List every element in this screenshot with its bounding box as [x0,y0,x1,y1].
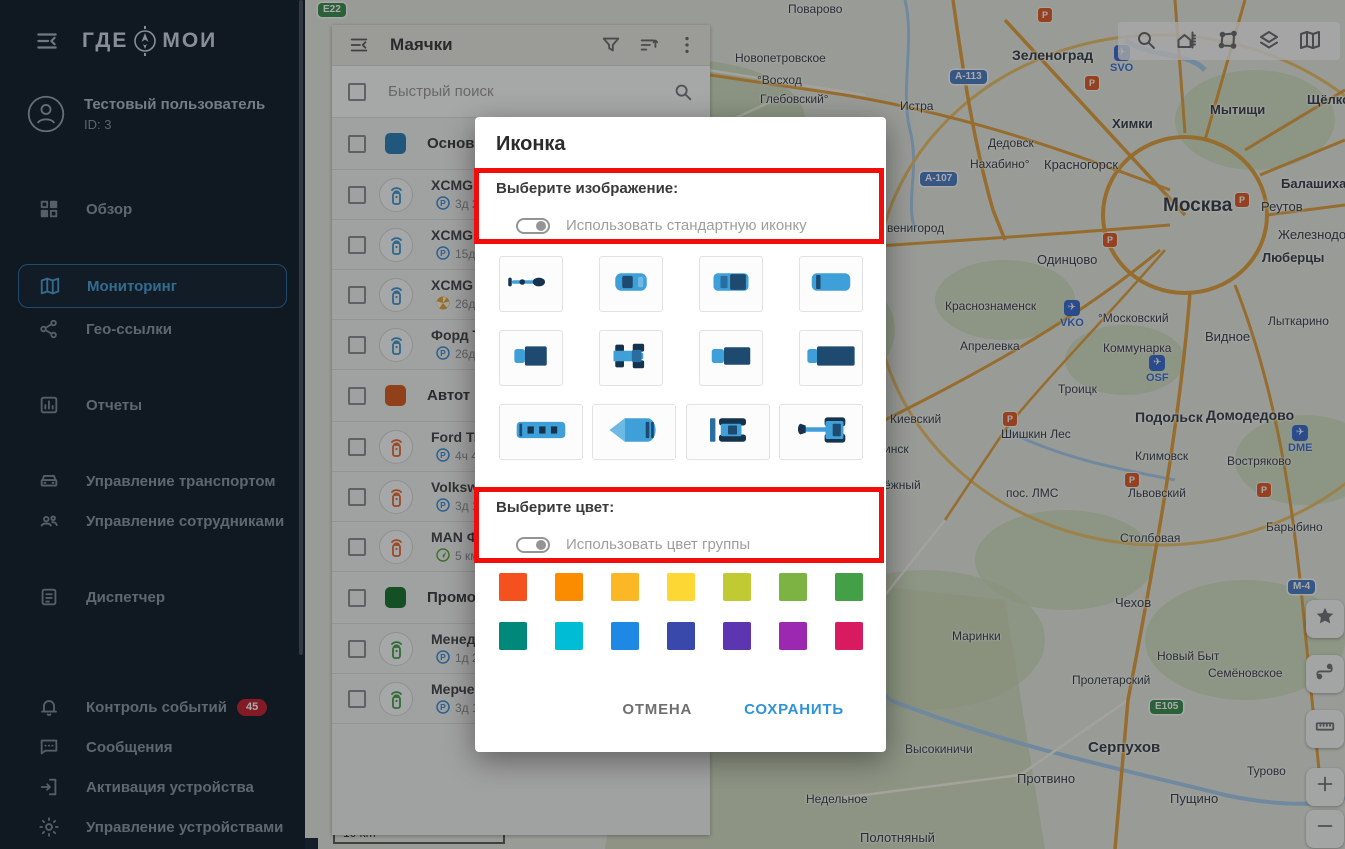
color-swatch[interactable] [835,622,863,650]
icon-grid-row [499,404,863,460]
icon-option-motorcycle[interactable] [499,256,563,312]
color-swatch[interactable] [611,573,639,601]
car-icon [603,264,659,305]
color-swatch[interactable] [667,622,695,650]
icon-grid-row [499,256,863,312]
annotation-highlight-image-section [474,168,884,244]
tractor-icon [603,338,659,379]
semi-truck-icon [803,338,859,379]
swatch-row [499,622,863,650]
annotation-highlight-color-section [474,487,884,563]
cancel-button[interactable]: ОТМЕНА [620,695,694,724]
color-swatches [499,573,863,671]
motorcycle-icon [503,264,559,305]
light-truck-icon [503,338,559,379]
icon-option-boat[interactable] [592,404,676,460]
bus-icon [503,412,579,453]
excavator-icon [783,412,859,453]
color-swatch[interactable] [779,573,807,601]
box-truck-icon [703,338,759,379]
color-swatch[interactable] [779,622,807,650]
icon-option-semi-truck[interactable] [799,330,863,386]
color-swatch[interactable] [555,573,583,601]
icon-option-excavator[interactable] [779,404,863,460]
color-swatch[interactable] [499,573,527,601]
color-swatch[interactable] [667,573,695,601]
icon-option-light-truck[interactable] [499,330,563,386]
color-swatch[interactable] [611,622,639,650]
icon-option-pickup[interactable] [699,256,763,312]
icon-option-bulldozer[interactable] [686,404,770,460]
dialog-title: Иконка [496,133,566,156]
icon-grid-row [499,330,863,386]
boat-icon [596,412,672,453]
color-swatch[interactable] [835,573,863,601]
icon-option-minivan[interactable] [799,256,863,312]
swatch-row [499,573,863,601]
icon-option-tractor[interactable] [599,330,663,386]
app-screen: ПоваровоНовопетровское°ВосходГлебовский°… [0,0,1345,849]
color-swatch[interactable] [499,622,527,650]
save-button[interactable]: СОХРАНИТЬ [742,695,846,724]
bulldozer-icon [690,412,766,453]
color-swatch[interactable] [555,622,583,650]
pickup-icon [703,264,759,305]
color-swatch[interactable] [723,622,751,650]
icon-option-bus[interactable] [499,404,583,460]
icon-option-box-truck[interactable] [699,330,763,386]
minivan-icon [803,264,859,305]
color-swatch[interactable] [723,573,751,601]
icon-options-grid [499,256,863,478]
icon-option-car[interactable] [599,256,663,312]
